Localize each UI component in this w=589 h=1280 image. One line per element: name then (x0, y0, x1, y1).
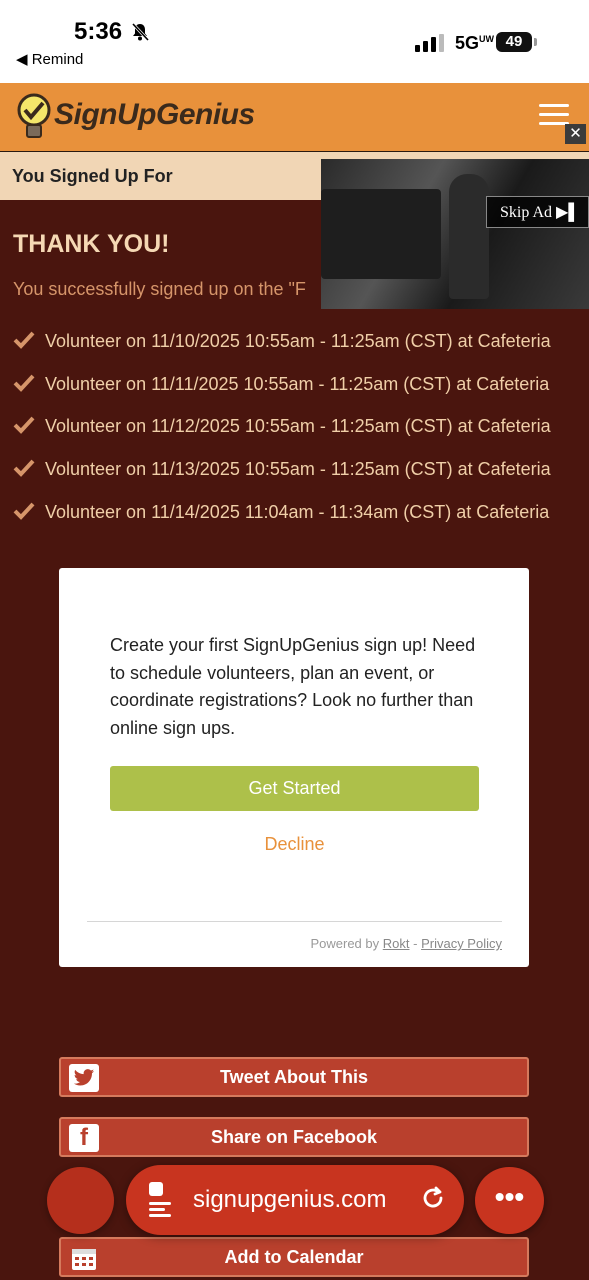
url-text[interactable]: signupgenius.com (193, 1186, 386, 1214)
skip-ad-button[interactable]: Skip Ad ▶▌ (486, 196, 589, 228)
skip-forward-icon: ▶▌ (556, 204, 580, 221)
add-to-calendar-button[interactable]: Add to Calendar (59, 1237, 529, 1277)
decline-button[interactable]: Decline (110, 834, 479, 855)
powered-by-footer: Powered by Rokt - Privacy Policy (310, 936, 502, 951)
signup-item: Volunteer on 11/10/2025 10:55am - 11:25a… (13, 331, 551, 352)
reload-icon[interactable] (420, 1185, 446, 1211)
tweet-button[interactable]: Tweet About This (59, 1057, 529, 1097)
checkmark-icon (13, 331, 35, 349)
privacy-policy-link[interactable]: Privacy Policy (421, 936, 502, 951)
modal-message: Create your first SignUpGenius sign up! … (110, 635, 476, 738)
back-to-app-link[interactable]: ◀ Remind (16, 50, 83, 68)
signed-up-title: You Signed Up For (12, 166, 173, 186)
twitter-icon (69, 1064, 99, 1092)
signup-item: Volunteer on 11/14/2025 11:04am - 11:34a… (13, 502, 549, 523)
video-ad[interactable] (321, 159, 589, 309)
ad-close-button[interactable]: ✕ (565, 124, 586, 144)
signup-item-text: Volunteer on 11/14/2025 11:04am - 11:34a… (45, 502, 550, 522)
facebook-icon: f (69, 1124, 99, 1152)
signup-item-text: Volunteer on 11/10/2025 10:55am - 11:25a… (45, 331, 551, 351)
signup-item: Volunteer on 11/11/2025 10:55am - 11:25a… (13, 374, 549, 395)
ad-video-figure (449, 174, 489, 299)
signup-item: Volunteer on 11/13/2025 10:55am - 11:25a… (13, 459, 551, 480)
status-time: 5:36 (74, 18, 123, 45)
battery-tip (534, 38, 537, 46)
checkmark-icon (13, 374, 35, 392)
signup-item: Volunteer on 11/12/2025 10:55am - 11:25a… (13, 416, 551, 437)
bell-muted-icon (131, 22, 150, 42)
network-type: 5GUW (455, 33, 495, 53)
ad-video-frame (321, 189, 441, 279)
checkmark-icon (13, 459, 35, 477)
modal-divider (87, 921, 502, 922)
checkmark-icon (13, 416, 35, 434)
powered-by-text: Powered by (310, 936, 380, 951)
calendar-icon (69, 1244, 99, 1272)
facebook-label: Share on Facebook (210, 1127, 378, 1147)
tweet-label: Tweet About This (220, 1067, 368, 1087)
brand-logo[interactable]: SignUpGenius (54, 98, 255, 132)
footer-separator: - (413, 936, 418, 951)
hamburger-menu-icon[interactable] (539, 104, 569, 126)
thank-you-heading: THANK YOU! (13, 230, 170, 258)
page-menu-icon[interactable] (147, 1180, 175, 1218)
cell-signal-icon (415, 34, 444, 52)
success-message: You successfully signed up on the "F (13, 279, 306, 299)
browser-back-button[interactable] (47, 1167, 114, 1234)
calendar-label: Add to Calendar (224, 1247, 364, 1267)
skip-ad-label: Skip Ad (500, 204, 553, 221)
signup-item-text: Volunteer on 11/13/2025 10:55am - 11:25a… (45, 459, 551, 479)
facebook-share-button[interactable]: f Share on Facebook (59, 1117, 529, 1157)
battery-indicator: 49 (496, 32, 532, 52)
more-options-button[interactable]: ••• (475, 1167, 544, 1234)
signup-item-text: Volunteer on 11/11/2025 10:55am - 11:25a… (45, 374, 550, 394)
signup-item-text: Volunteer on 11/12/2025 10:55am - 11:25a… (45, 416, 551, 436)
rokt-link[interactable]: Rokt (383, 936, 410, 951)
checkmark-icon (13, 502, 35, 520)
get-started-button[interactable]: Get Started (110, 766, 479, 811)
lightbulb-logo-icon[interactable] (14, 92, 54, 144)
